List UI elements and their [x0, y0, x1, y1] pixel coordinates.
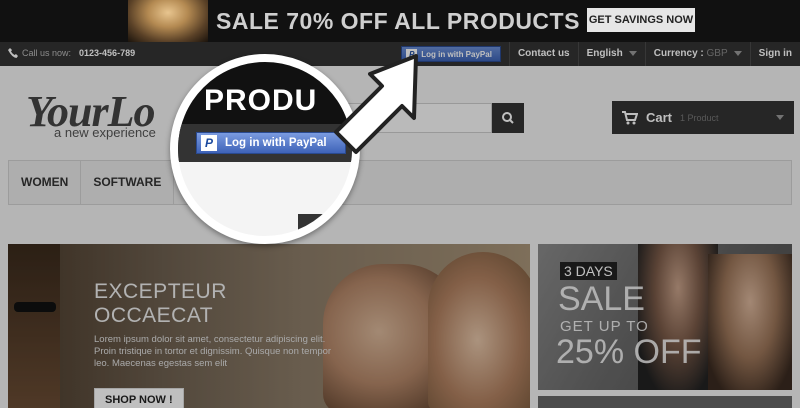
- get-savings-button[interactable]: GET SAVINGS NOW: [587, 8, 695, 32]
- menu-item-women[interactable]: WOMEN: [9, 161, 82, 204]
- cart-count: 1 Product: [680, 112, 719, 123]
- hero-model-photo-2: [428, 252, 530, 408]
- phone-icon: [8, 48, 18, 58]
- menu-item-software[interactable]: SOFTWARE: [81, 161, 175, 204]
- promo-banner[interactable]: SALE 70% OFF ALL PRODUCTS GET SAVINGS NO…: [0, 0, 800, 42]
- cart-icon: [622, 110, 638, 124]
- chevron-down-icon: [628, 50, 637, 56]
- phone-number: 0123-456-789: [79, 48, 136, 58]
- currency-value: GBP: [706, 48, 728, 59]
- search-icon: [502, 112, 514, 124]
- shop-now-button[interactable]: SHOP NOW !: [94, 388, 184, 408]
- hero-edge-photo: [8, 244, 60, 408]
- side-sale-text: SALE: [558, 280, 645, 318]
- chevron-down-icon: [733, 50, 742, 56]
- currency-label: Currency :: [653, 48, 704, 59]
- side-model-photo-2: [708, 254, 792, 390]
- language-value: English: [586, 48, 623, 59]
- hero-description: Lorem ipsum dolor sit amet, consectetur …: [94, 334, 332, 369]
- magnifier-banner-text: PRODU: [204, 84, 318, 117]
- hero-title: EXCEPTEUR OCCAECAT: [94, 280, 227, 327]
- side-percent-text: 25% OFF: [556, 333, 702, 371]
- contact-link[interactable]: Contact us: [508, 42, 578, 66]
- search-button[interactable]: [492, 103, 524, 133]
- promo-text: SALE 70% OFF ALL PRODUCTS: [216, 8, 580, 34]
- call-label: Call us now:: [22, 48, 72, 58]
- side-promo-banner[interactable]: 3 DAYS SALE GET UP TO 25% OFF: [538, 244, 792, 390]
- cart-label: Cart: [646, 110, 673, 125]
- logo-tagline: a new experience: [54, 125, 156, 140]
- currency-selector[interactable]: Currency : GBP: [644, 42, 750, 66]
- sunglasses-shape: [14, 302, 56, 312]
- main-menu: WOMEN SOFTWARE: [8, 160, 792, 205]
- paypal-icon: P: [201, 135, 217, 151]
- magnified-paypal-button[interactable]: P Log in with PayPal: [196, 132, 346, 154]
- phone-info: Call us now: 0123-456-789: [8, 48, 135, 58]
- hero-slider[interactable]: EXCEPTEUR OCCAECAT Lorem ipsum dolor sit…: [8, 244, 530, 408]
- promo-model-photo: [128, 0, 208, 42]
- page: SALE 70% OFF ALL PRODUCTS GET SAVINGS NO…: [0, 0, 800, 408]
- magnified-search-button: [298, 214, 352, 236]
- top-nav-links: P Log in with PayPal Contact us English …: [391, 42, 800, 66]
- magnified-paypal-label: Log in with PayPal: [225, 137, 327, 149]
- chevron-down-icon: [776, 115, 784, 120]
- days-tag: 3 DAYS: [560, 262, 617, 280]
- cart-button[interactable]: Cart 1 Product: [612, 101, 794, 134]
- signin-link[interactable]: Sign in: [749, 42, 800, 66]
- side-promo-banner-2[interactable]: [538, 396, 792, 408]
- pointer-arrow-icon: [334, 54, 418, 154]
- language-selector[interactable]: English: [577, 42, 645, 66]
